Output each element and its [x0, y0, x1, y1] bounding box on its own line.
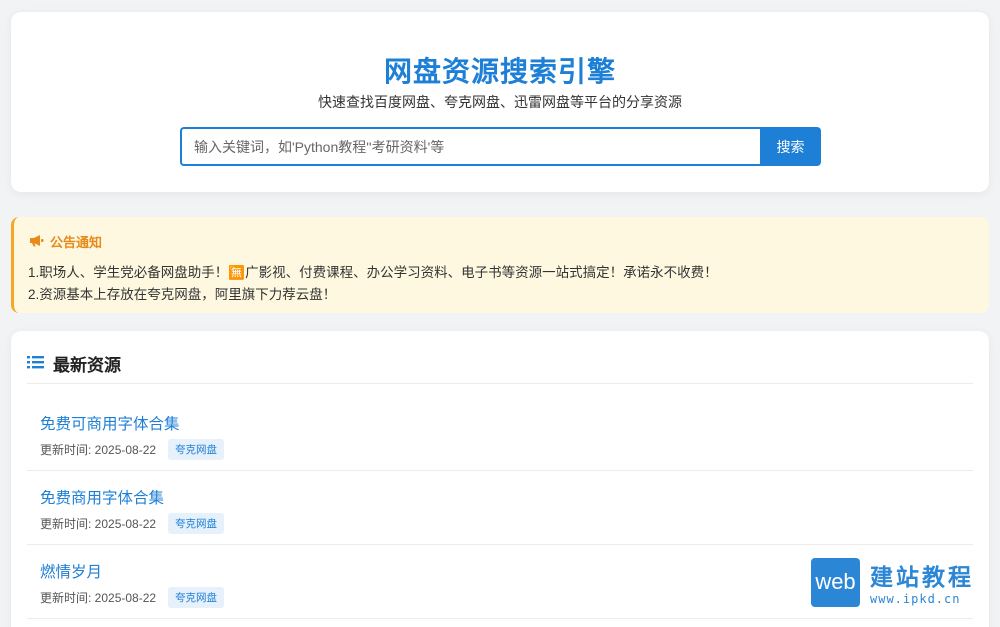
resource-meta: 更新时间: 2025-08-22 夸克网盘 [40, 587, 225, 608]
site-watermark: web 建站教程 www.ipkd.cn [811, 557, 991, 607]
update-time: 更新时间: 2025-08-22 [40, 517, 157, 531]
resource-item: 免费商用字体合集 更新时间: 2025-08-22 夸克网盘 [27, 471, 973, 545]
page-title: 网盘资源搜索引擎 [383, 56, 616, 87]
notice-line-1: 1.职场人、学生党必备网盘助手！🈚广影视、付费课程、办公学习资料、电子书等资源一… [28, 265, 718, 280]
divider [27, 383, 973, 384]
platform-tag: 夸克网盘 [168, 587, 225, 608]
resource-link[interactable]: 免费可商用字体合集 [40, 412, 180, 434]
search-hero-card: 网盘资源搜索引擎 快速查找百度网盘、夸克网盘、迅雷网盘等平台的分享资源 搜索 [11, 12, 989, 192]
watermark-name: 建站教程 [870, 564, 974, 591]
notice-line-2: 2.资源基本上存放在夸克网盘，阿里旗下力荐云盘！ [28, 287, 337, 302]
platform-tag: 夸克网盘 [168, 513, 225, 534]
platform-tag: 夸克网盘 [168, 439, 225, 460]
resource-link[interactable]: 燃情岁月 [40, 560, 102, 582]
page-subtitle: 快速查找百度网盘、夸克网盘、迅雷网盘等平台的分享资源 [318, 94, 682, 110]
resource-item: 免费可商用字体合集 更新时间: 2025-08-22 夸克网盘 [27, 397, 973, 471]
resource-link[interactable]: 免费商用字体合集 [40, 486, 164, 508]
update-time: 更新时间: 2025-08-22 [40, 591, 157, 605]
search-form: 搜索 [180, 127, 821, 166]
resource-meta: 更新时间: 2025-08-22 夸克网盘 [40, 439, 225, 460]
watermark-url: www.ipkd.cn [870, 592, 961, 606]
notice-header: 公告通知 [29, 232, 102, 251]
notice-title: 公告通知 [50, 235, 103, 250]
resources-header: 最新资源 [27, 351, 121, 376]
search-input[interactable] [180, 127, 760, 166]
resource-meta: 更新时间: 2025-08-22 夸克网盘 [40, 513, 225, 534]
watermark-logo: web [811, 557, 860, 607]
update-time: 更新时间: 2025-08-22 [40, 443, 157, 457]
search-button[interactable]: 搜索 [760, 127, 821, 166]
notice-panel: 公告通知 1.职场人、学生党必备网盘助手！🈚广影视、付费课程、办公学习资料、电子… [11, 217, 989, 313]
list-icon [27, 354, 44, 374]
megaphone-icon [29, 234, 44, 250]
resources-title: 最新资源 [53, 356, 121, 375]
